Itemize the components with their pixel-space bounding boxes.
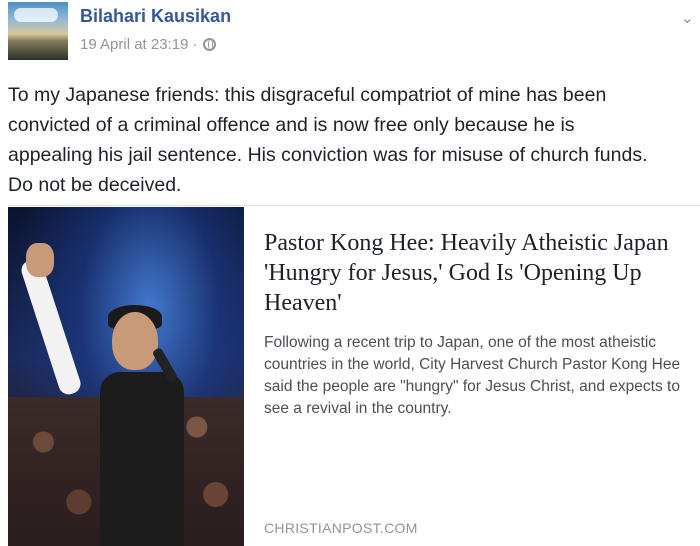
author-name[interactable]: Bilahari Kausikan [80, 6, 231, 27]
speaker-head [112, 312, 158, 370]
meta-separator: · [192, 36, 198, 53]
globe-icon[interactable] [203, 38, 217, 51]
link-description: Following a recent trip to Japan, one of… [264, 334, 681, 417]
link-preview-image[interactable] [8, 207, 244, 546]
post-text-line: Do not be deceived. [8, 174, 182, 196]
post-text: To my Japanese friends: this disgraceful… [8, 80, 698, 200]
post-text-line: appealing his jail sentence. His convict… [8, 144, 648, 166]
post-text-line: To my Japanese friends: this disgraceful… [8, 84, 607, 106]
link-source-domain: CHRISTIANPOST.COM [264, 520, 418, 536]
avatar-landscape [8, 40, 68, 60]
link-preview-card[interactable]: Pastor Kong Hee: Heavily Atheistic Japan… [8, 205, 700, 546]
speaker-body [100, 372, 184, 546]
chevron-down-icon[interactable]: ⌄ [681, 8, 694, 28]
link-preview-body: Pastor Kong Hee: Heavily Atheistic Japan… [264, 228, 700, 420]
post-meta: 19 April at 23:19 · [80, 36, 217, 53]
link-title[interactable]: Pastor Kong Hee: Heavily Atheistic Japan… [264, 228, 700, 318]
avatar-cloud [14, 8, 58, 22]
profile-avatar[interactable] [8, 2, 68, 60]
raised-arm [18, 257, 84, 397]
post-timestamp[interactable]: 19 April at 23:19 [80, 36, 188, 53]
raised-hand [26, 243, 54, 277]
post-text-line: convicted of a criminal offence and is n… [8, 114, 575, 136]
